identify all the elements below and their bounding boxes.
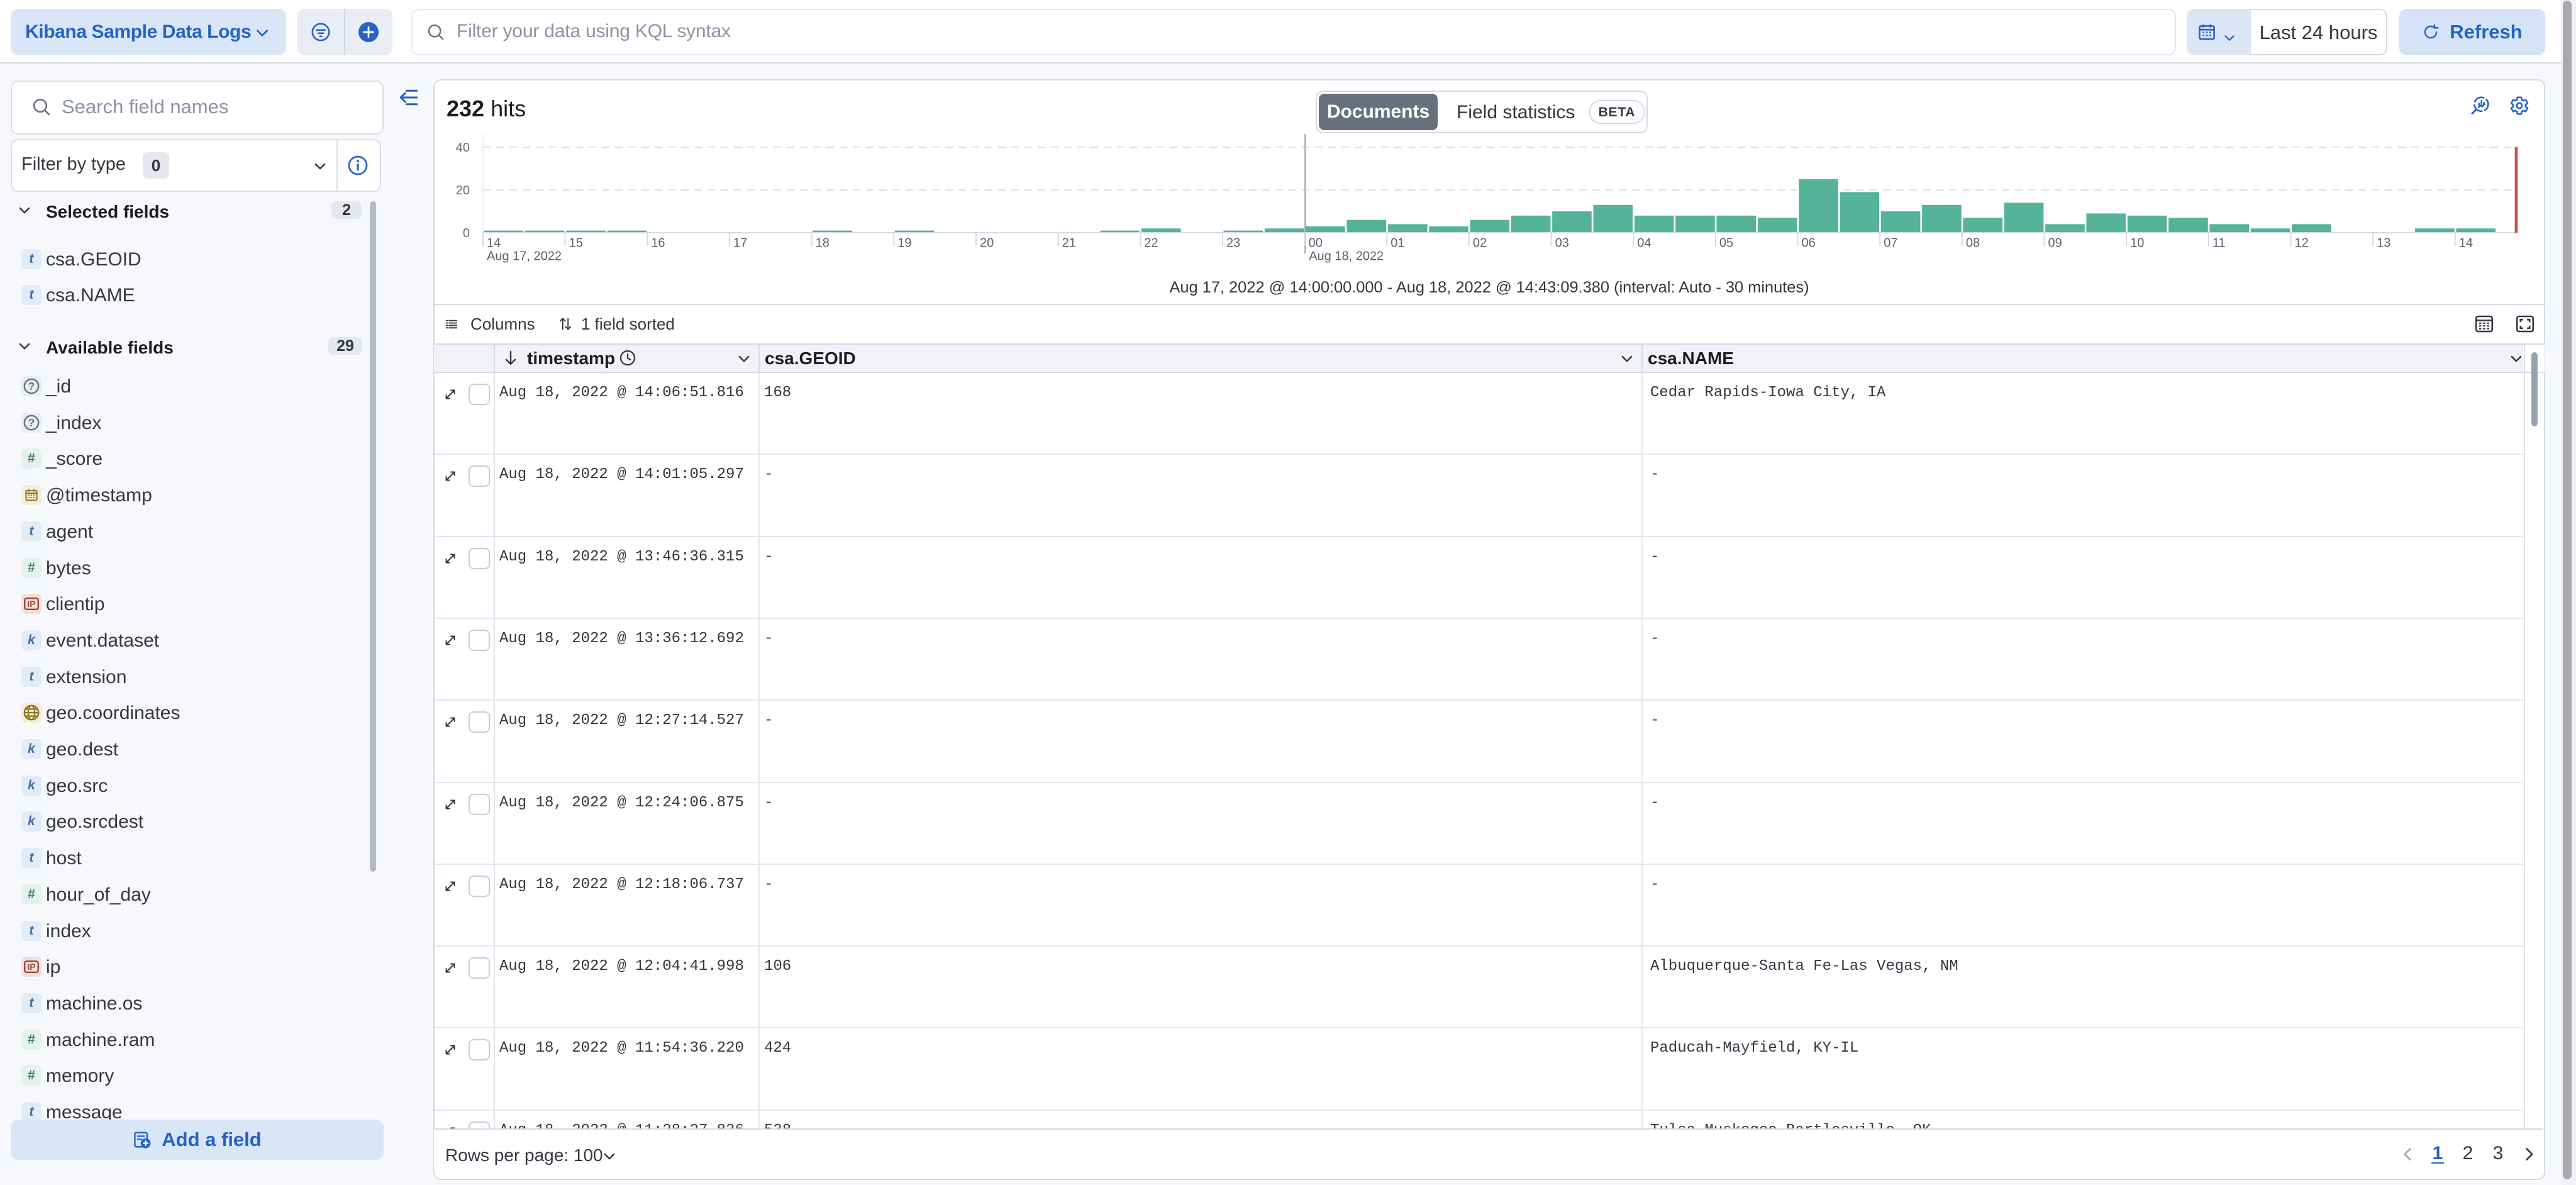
svg-text:00: 00 [1309, 236, 1323, 250]
svg-text:01: 01 [1391, 236, 1404, 250]
svg-text:13: 13 [2377, 236, 2390, 250]
svg-text:40: 40 [456, 141, 470, 155]
svg-text:IP: IP [27, 962, 35, 972]
svg-text:22: 22 [1144, 236, 1158, 250]
svg-text:08: 08 [1966, 236, 1980, 250]
svg-text:07: 07 [1884, 236, 1897, 250]
svg-text:11: 11 [2212, 236, 2226, 250]
svg-text:14: 14 [487, 236, 501, 250]
svg-text:20: 20 [980, 236, 994, 250]
svg-text:12: 12 [2295, 236, 2309, 250]
svg-text:09: 09 [2048, 236, 2062, 250]
svg-text:19: 19 [897, 236, 911, 250]
svg-text:Aug 17, 2022: Aug 17, 2022 [487, 249, 562, 263]
svg-text:20: 20 [456, 184, 470, 198]
svg-text:06: 06 [1802, 236, 1816, 250]
svg-text:16: 16 [651, 236, 665, 250]
svg-text:21: 21 [1062, 236, 1076, 250]
svg-text:14: 14 [2459, 236, 2473, 250]
svg-text:18: 18 [816, 236, 830, 250]
svg-text:?: ? [28, 416, 35, 428]
svg-text:03: 03 [1555, 236, 1569, 250]
svg-text:05: 05 [1719, 236, 1733, 250]
svg-text:Aug 18, 2022: Aug 18, 2022 [1309, 249, 1384, 263]
svg-text:17: 17 [733, 236, 747, 250]
svg-text:0: 0 [463, 226, 470, 240]
svg-text:?: ? [28, 381, 35, 392]
svg-text:IP: IP [27, 599, 35, 609]
svg-text:04: 04 [1637, 236, 1651, 250]
svg-text:15: 15 [569, 236, 583, 250]
svg-text:23: 23 [1226, 236, 1240, 250]
svg-text:10: 10 [2130, 236, 2144, 250]
svg-text:02: 02 [1473, 236, 1487, 250]
